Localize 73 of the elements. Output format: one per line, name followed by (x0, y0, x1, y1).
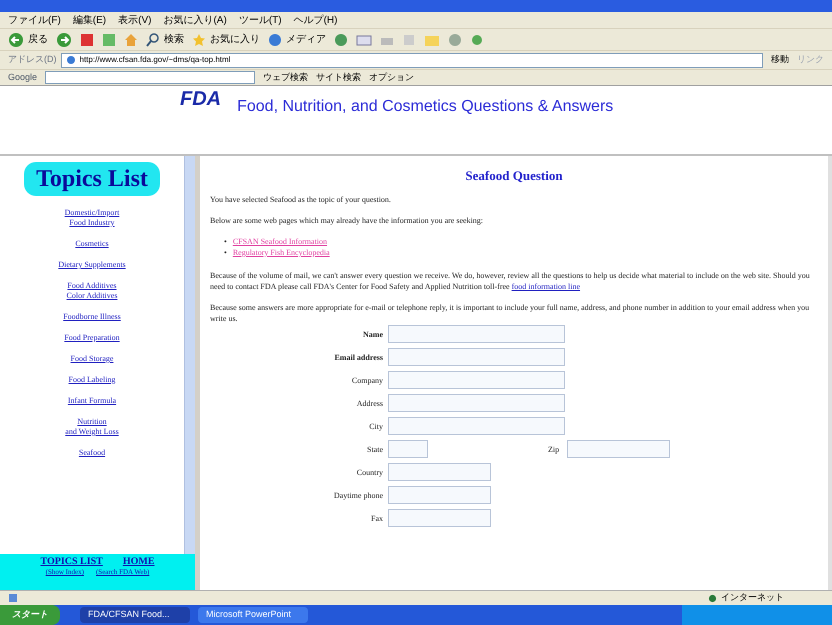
topic-link[interactable]: Food Additives Color Additives (66, 281, 118, 301)
input-field[interactable] (388, 325, 565, 343)
topic-link[interactable]: Domestic/Import Food Industry (64, 208, 120, 228)
menu-item[interactable]: ツール(T) (238, 12, 282, 28)
input-field[interactable] (567, 440, 670, 458)
search-icon (146, 32, 160, 46)
field-label: Zip (548, 444, 560, 454)
menu-item[interactable]: 表示(V) (118, 12, 152, 28)
topic-link[interactable]: Food Labeling (68, 375, 116, 385)
input-field[interactable] (388, 486, 491, 504)
field-label: Name (362, 328, 384, 340)
topic-link[interactable]: Dietary Supplements (58, 260, 126, 270)
lead-text: Below are some web pages which may already have the information you are seeking: (210, 215, 484, 226)
intro-text: You have selected Seafood as the topic of your question. (210, 194, 392, 205)
topic-link[interactable]: Infant Formula (68, 396, 116, 406)
address-label: アドレス(D) (8, 53, 56, 66)
field-label: State (366, 444, 384, 454)
field-label: Fax (370, 512, 384, 524)
media-button[interactable]: メディア (268, 32, 326, 47)
footer-link[interactable]: TOPICS LIST (40, 556, 103, 568)
menu-item[interactable]: ヘルプ(H) (294, 12, 338, 28)
info-line-link[interactable]: food information line (512, 282, 580, 291)
bullet: • (224, 247, 227, 258)
topic-link[interactable]: Food Preparation (64, 333, 120, 343)
taskbar-button[interactable]: Microsoft PowerPoint (198, 607, 308, 623)
field-label: Address (356, 398, 384, 408)
field-label: Daytime phone (332, 490, 384, 500)
topic-link[interactable]: Cosmetics (75, 239, 109, 249)
topics-list-title: Topics List (24, 162, 160, 196)
topic-link[interactable]: Seafood (78, 448, 106, 458)
menu-item[interactable]: お気に入り(A) (163, 12, 227, 28)
address-field[interactable]: http://www.cfsan.fda.gov/~dms/qa-top.html (60, 52, 763, 68)
menu-item[interactable]: 編集(E) (72, 12, 106, 28)
input-field[interactable] (388, 463, 491, 481)
google-menu[interactable]: Google (8, 70, 38, 84)
options-button[interactable]: オプション (369, 70, 414, 84)
star-icon (192, 32, 206, 46)
banner-title: Food, Nutrition, and Cosmetics Questions & Answers (237, 97, 614, 117)
scrollbar[interactable] (184, 156, 195, 554)
input-field[interactable] (388, 348, 565, 366)
topic-link[interactable]: Food Storage (70, 354, 114, 364)
topic-link[interactable]: Foodborne Illness (63, 312, 121, 322)
search-button[interactable]: 検索 (146, 32, 184, 47)
contact-note: Because some answers are more appropriate for e-mail or telephone reply, it is important to include your full name, address, and phone number in addition to your email address when you write us. (210, 302, 810, 324)
taskbar-button[interactable]: FDA/CFSAN Food... (80, 607, 190, 623)
footer-link[interactable]: HOME (122, 556, 154, 568)
fda-logo: FDA (180, 89, 222, 109)
input-field[interactable] (388, 417, 565, 435)
menu-item[interactable]: ファイル(F) (8, 12, 61, 28)
resource-link[interactable]: Regulatory Fish Encyclopedia (232, 247, 330, 258)
bullet: • (224, 236, 227, 247)
resource-link[interactable]: CFSAN Seafood Information (232, 236, 328, 247)
page-heading: Seafood Question (464, 168, 564, 184)
input-field[interactable] (388, 371, 565, 389)
topic-link[interactable]: Nutrition and Weight Loss (65, 417, 119, 437)
field-label: Email address (333, 352, 384, 362)
field-label: Company (350, 374, 384, 386)
site-search-button[interactable]: サイト検索 (316, 70, 362, 84)
web-search-button[interactable]: ウェブ検索 (263, 70, 308, 84)
security-zone: インターネット (721, 591, 784, 604)
field-label: Country (356, 466, 384, 478)
input-field[interactable] (388, 440, 428, 458)
google-search-field[interactable] (45, 71, 256, 84)
favorites-button[interactable]: お気に入り (192, 32, 260, 47)
go-button[interactable]: 移動 (767, 53, 793, 67)
input-field[interactable] (388, 394, 565, 412)
input-field[interactable] (388, 509, 491, 527)
start-button[interactable]: スタート (0, 605, 60, 625)
field-label: City (368, 420, 384, 432)
home-icon[interactable] (124, 32, 138, 46)
back-button[interactable]: 戻る (8, 32, 48, 48)
links-label: リンク (797, 53, 824, 66)
notice-paragraph: Because of the volume of mail, we can't answer every question we receive. We do, however, review all the questions to help us decide what material to include on the web site. Should you need to contact FDA please call FDA's Center for Food Safety and Applied Nutrition toll-free food information line (210, 270, 811, 292)
